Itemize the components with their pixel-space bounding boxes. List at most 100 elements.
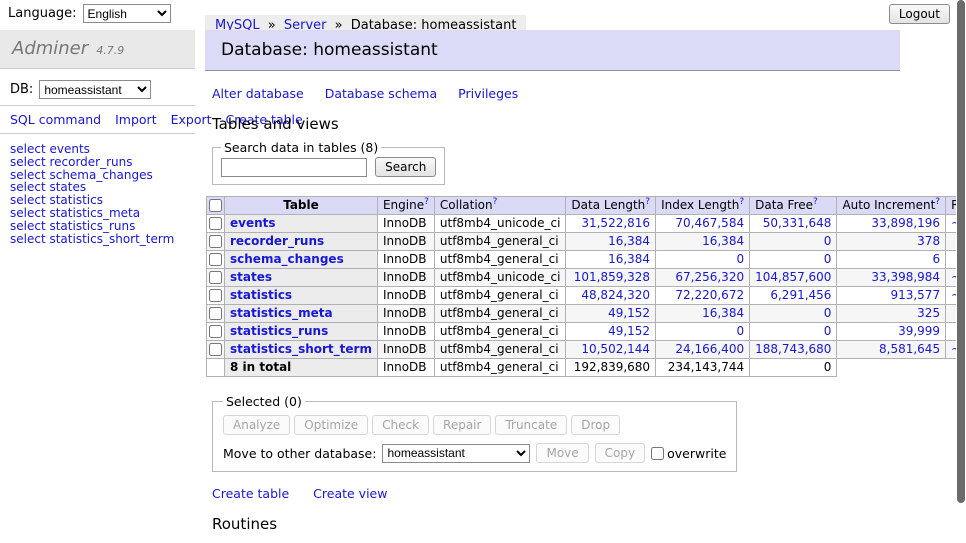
row-checkbox[interactable]: [209, 235, 222, 248]
collation-cell: utf8mb4_unicode_ci: [434, 215, 566, 233]
move-db-select[interactable]: homeassistant: [382, 444, 530, 463]
total-empty-cell: [207, 359, 225, 377]
table-name-link[interactable]: statistics: [230, 288, 292, 302]
search-input[interactable]: [221, 158, 367, 177]
data-free-link[interactable]: 0: [824, 324, 832, 338]
analyze-button[interactable]: Analyze: [223, 415, 290, 435]
row-checkbox[interactable]: [209, 253, 222, 266]
data-length-link[interactable]: 16,384: [608, 234, 650, 248]
auto-increment-link[interactable]: 8,581,645: [879, 342, 940, 356]
sidebar-select-statistics-short-term[interactable]: select statistics_short_term: [10, 233, 185, 246]
drop-button[interactable]: Drop: [571, 415, 620, 435]
row-checkbox[interactable]: [209, 307, 222, 320]
column-help-link[interactable]: ?: [813, 197, 818, 207]
table-row-statistics-runs: statistics_runsInnoDButf8mb4_general_ci4…: [207, 323, 966, 341]
index-length-link[interactable]: 24,166,400: [675, 342, 744, 356]
move-button[interactable]: Move: [536, 443, 588, 463]
table-name-cell: schema_changes: [225, 251, 378, 269]
column-help-link[interactable]: ?: [739, 197, 744, 207]
database-schema-link[interactable]: Database schema: [325, 86, 437, 101]
data-free-link[interactable]: 188,743,680: [755, 342, 831, 356]
auto-increment-link[interactable]: 913,577: [890, 288, 940, 302]
data-length-link[interactable]: 48,824,320: [581, 288, 650, 302]
engine-cell: InnoDB: [377, 305, 434, 323]
language-select[interactable]: English: [83, 4, 171, 23]
index-length-link[interactable]: 0: [736, 252, 744, 266]
data-free-link[interactable]: 104,857,600: [755, 270, 831, 284]
optimize-button[interactable]: Optimize: [294, 415, 368, 435]
data-length-link[interactable]: 101,859,328: [574, 270, 650, 284]
table-name-link[interactable]: recorder_runs: [230, 234, 324, 248]
index-length-link[interactable]: 72,220,672: [675, 288, 744, 302]
index-length-cell: 70,467,584: [656, 215, 750, 233]
copy-button[interactable]: Copy: [595, 443, 645, 463]
overwrite-checkbox[interactable]: [651, 447, 664, 460]
truncate-button[interactable]: Truncate: [495, 415, 567, 435]
table-name-link[interactable]: states: [230, 270, 272, 284]
row-checkbox[interactable]: [209, 325, 222, 338]
db-select[interactable]: homeassistant: [39, 80, 151, 99]
select-all-checkbox[interactable]: [209, 199, 222, 212]
check-button[interactable]: Check: [372, 415, 429, 435]
data-free-link[interactable]: 50,331,648: [763, 216, 832, 230]
data-length-link[interactable]: 49,152: [608, 306, 650, 320]
auto-increment-link[interactable]: 33,898,196: [871, 216, 940, 230]
data-length-link[interactable]: 16,384: [608, 252, 650, 266]
auto-increment-link[interactable]: 378: [917, 234, 940, 248]
selected-buttons-row: AnalyzeOptimizeCheckRepairTruncateDrop: [223, 415, 726, 435]
table-row-states: statesInnoDButf8mb4_unicode_ci101,859,32…: [207, 269, 966, 287]
auto-increment-link[interactable]: 39,999: [898, 324, 940, 338]
data-length-link[interactable]: 10,502,144: [581, 342, 650, 356]
column-help-link[interactable]: ?: [424, 197, 429, 207]
privileges-link[interactable]: Privileges: [458, 86, 518, 101]
sidebar-action-import[interactable]: Import: [115, 112, 157, 127]
sidebar-select-statistics-runs[interactable]: select statistics_runs: [10, 220, 185, 233]
index-length-link[interactable]: 67,256,320: [675, 270, 744, 284]
data-length-link[interactable]: 49,152: [608, 324, 650, 338]
index-length-link[interactable]: 70,467,584: [675, 216, 744, 230]
alter-database-link[interactable]: Alter database: [212, 86, 304, 101]
table-name-link[interactable]: statistics_short_term: [230, 342, 372, 356]
auto-increment-link[interactable]: 325: [917, 306, 940, 320]
table-name-link[interactable]: events: [230, 216, 276, 230]
data-free-link[interactable]: 0: [824, 306, 832, 320]
help-sup: ?: [813, 197, 818, 207]
data-length-cell: 16,384: [566, 251, 656, 269]
adminer-logo[interactable]: Adminer: [12, 38, 88, 59]
scrollbar-thumb[interactable]: [957, 0, 965, 503]
data-free-link[interactable]: 0: [824, 234, 832, 248]
logout-button[interactable]: Logout: [889, 4, 950, 24]
repair-button[interactable]: Repair: [433, 415, 491, 435]
sidebar-select-statistics-meta[interactable]: select statistics_meta: [10, 207, 185, 220]
create-table-link[interactable]: Create table: [212, 486, 289, 501]
sidebar-action-sql-command[interactable]: SQL command: [10, 112, 101, 127]
total-label-cell: 8 in total: [225, 359, 378, 377]
row-checkbox[interactable]: [209, 271, 222, 284]
table-name-link[interactable]: statistics_meta: [230, 306, 333, 320]
auto-increment-link[interactable]: 6: [932, 252, 940, 266]
row-checkbox[interactable]: [209, 289, 222, 302]
column-help-link[interactable]: ?: [493, 197, 498, 207]
index-length-link[interactable]: 16,384: [702, 234, 744, 248]
search-button[interactable]: Search: [375, 157, 436, 177]
column-help-link[interactable]: ?: [645, 197, 650, 207]
sidebar-select-recorder-runs[interactable]: select recorder_runs: [10, 156, 185, 169]
column-header-index-length: Index Length?: [656, 197, 750, 215]
column-help-link[interactable]: ?: [935, 197, 940, 207]
row-checkbox[interactable]: [209, 343, 222, 356]
auto-increment-link[interactable]: 33,398,984: [871, 270, 940, 284]
sidebar-select-events[interactable]: select events: [10, 143, 185, 156]
create-view-link[interactable]: Create view: [313, 486, 387, 501]
column-header-engine: Engine?: [377, 197, 434, 215]
table-name-link[interactable]: statistics_runs: [230, 324, 328, 338]
data-length-link[interactable]: 31,522,816: [581, 216, 650, 230]
index-length-cell: 0: [656, 251, 750, 269]
row-checkbox[interactable]: [209, 217, 222, 230]
data-free-link[interactable]: 0: [824, 252, 832, 266]
data-free-link[interactable]: 6,291,456: [770, 288, 831, 302]
index-length-link[interactable]: 16,384: [702, 306, 744, 320]
index-length-cell: 24,166,400: [656, 341, 750, 359]
scrollbar[interactable]: [956, 0, 966, 543]
index-length-link[interactable]: 0: [736, 324, 744, 338]
table-name-link[interactable]: schema_changes: [230, 252, 344, 266]
